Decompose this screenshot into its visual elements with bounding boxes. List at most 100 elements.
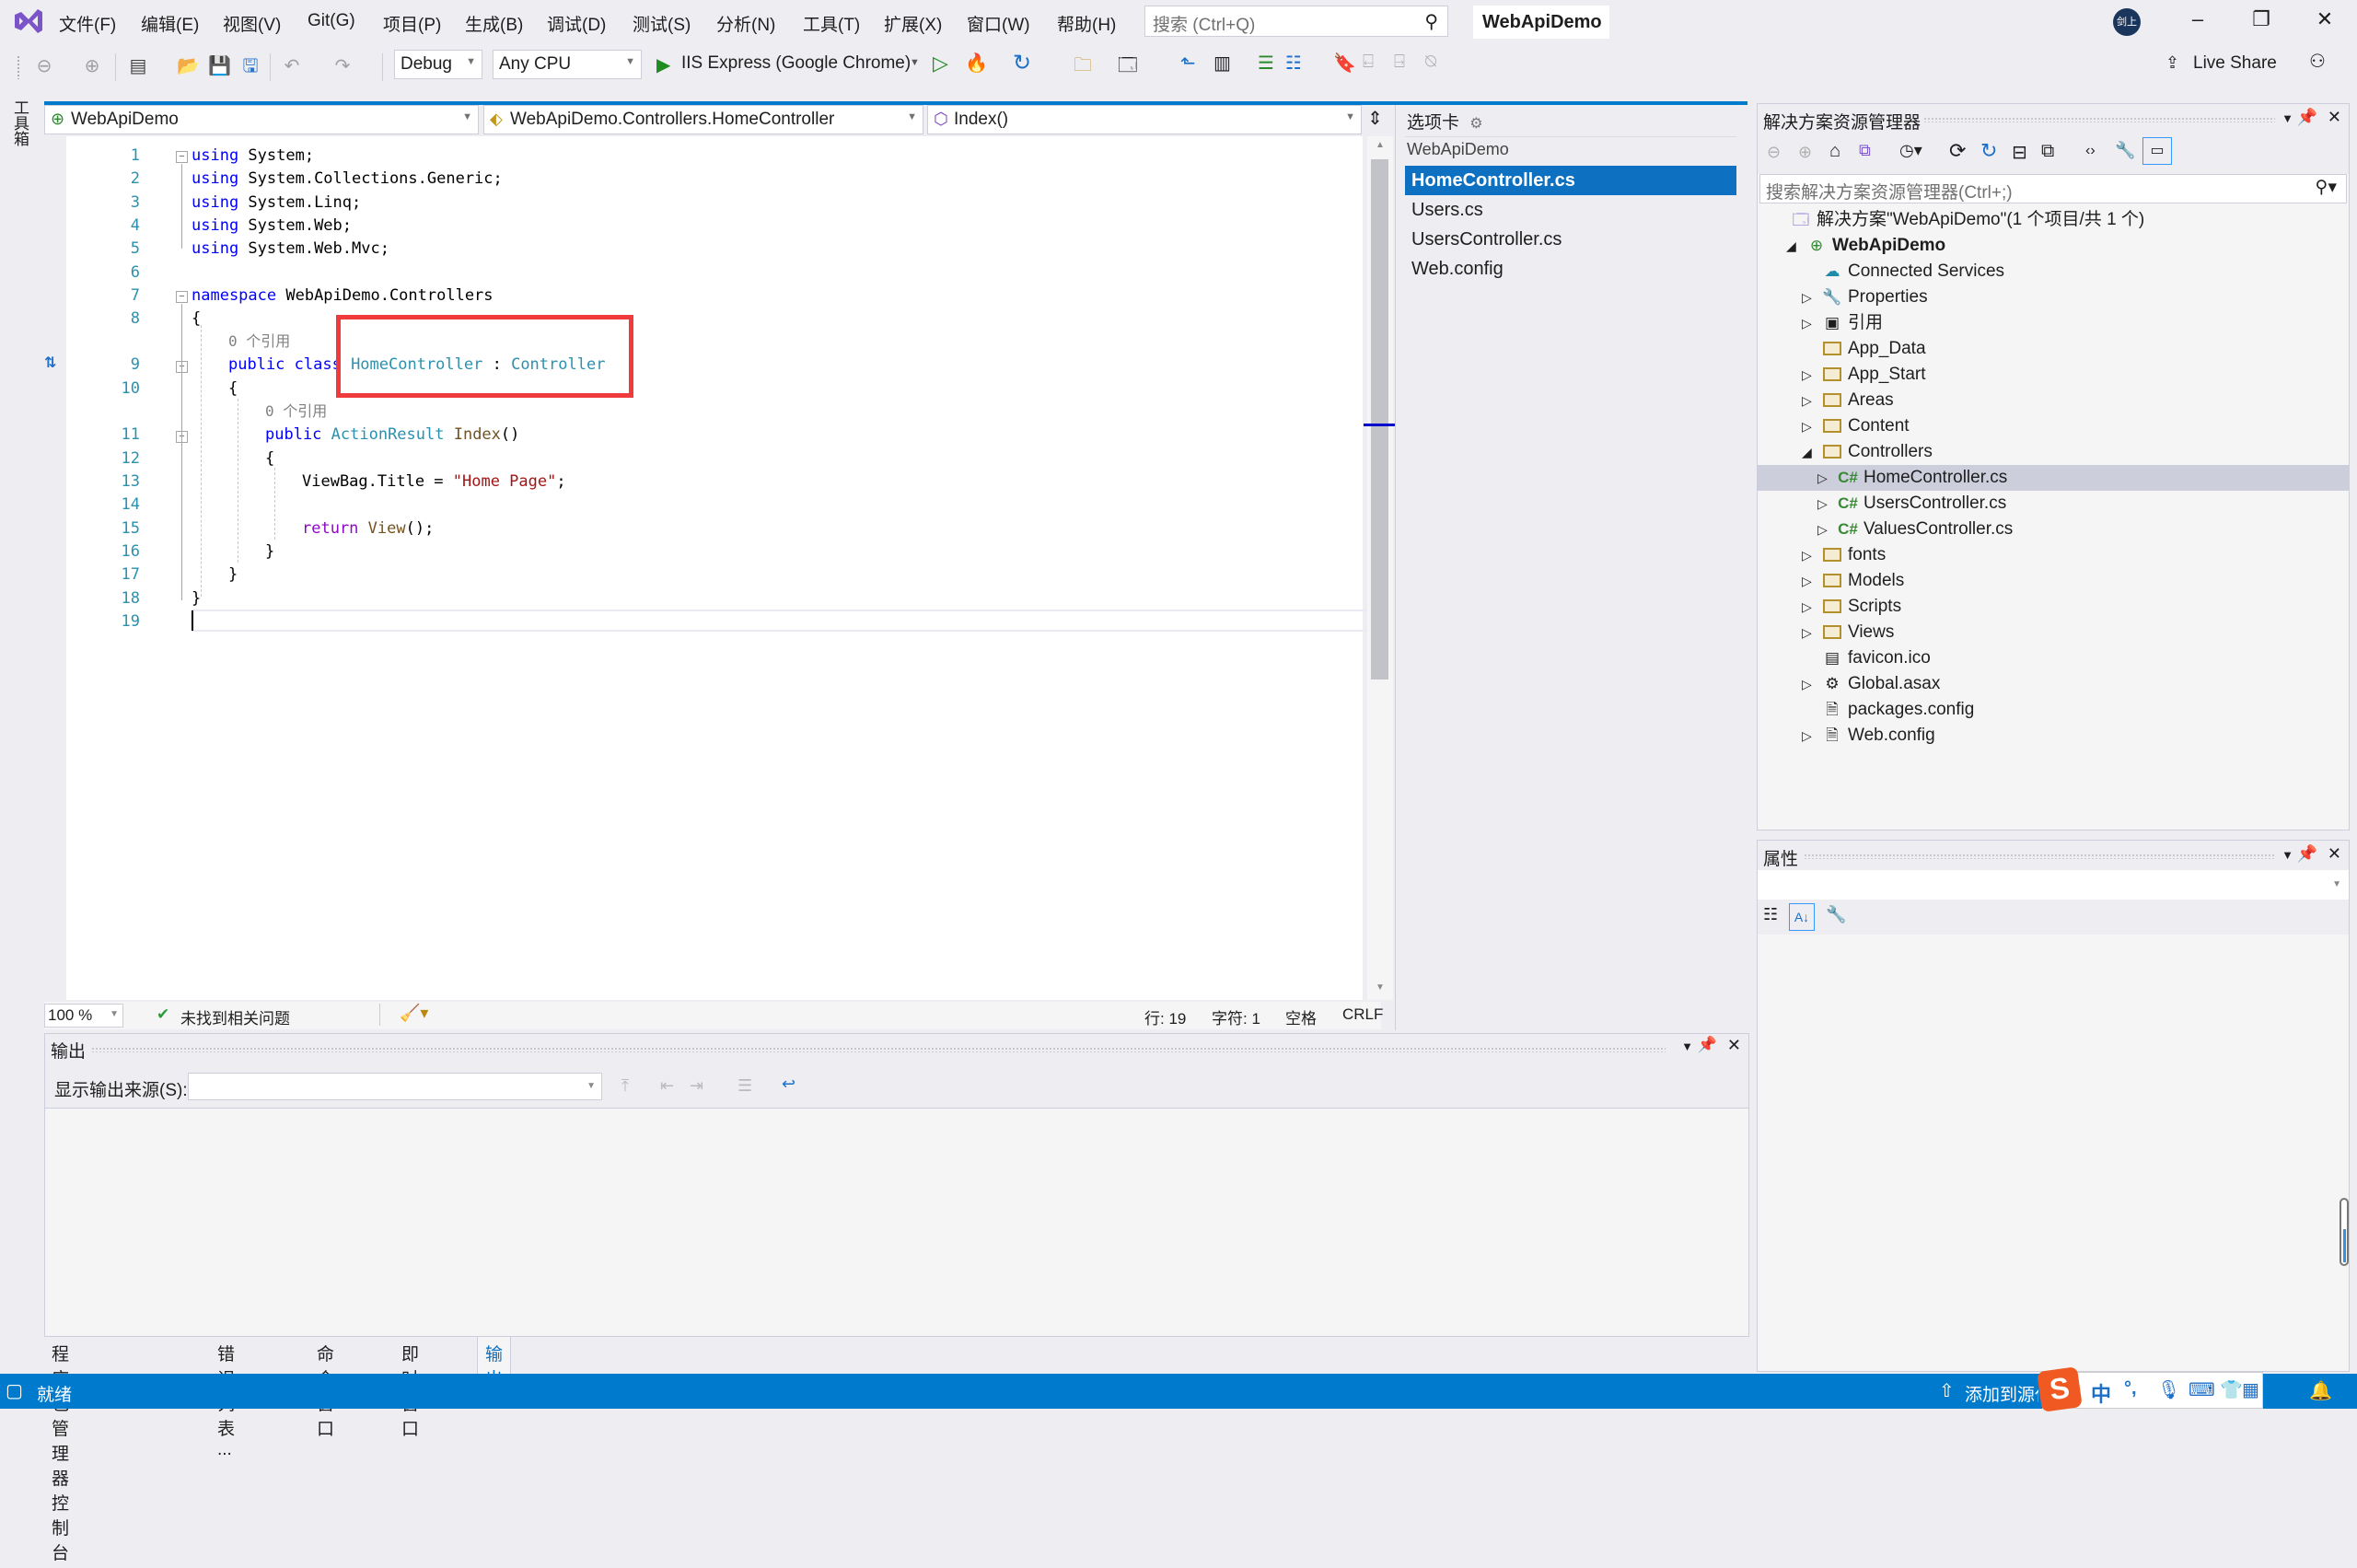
preview-selected-icon[interactable]: ▭: [2142, 137, 2172, 165]
tree-item[interactable]: ▷ C# ValuesController.cs: [1758, 517, 2349, 542]
expand-arrow-icon[interactable]: ▷: [1802, 723, 1815, 749]
ime-language-toggle[interactable]: 中: [2091, 1378, 2111, 1408]
toolbox-tab[interactable]: 工具箱: [11, 99, 31, 146]
categorized-icon[interactable]: ☷: [1763, 905, 1778, 924]
type-nav-dropdown[interactable]: ⬖ WebApiDemo.Controllers.HomeController …: [483, 105, 923, 134]
account-avatar[interactable]: 剑上: [2113, 8, 2141, 36]
implementation-glyph-icon[interactable]: ⇅: [44, 354, 56, 372]
tree-item[interactable]: ▷ C# HomeController.cs: [1758, 465, 2349, 491]
expand-arrow-icon[interactable]: ▷: [1802, 594, 1815, 620]
prev-message-icon[interactable]: ⇤: [660, 1076, 674, 1096]
tree-item[interactable]: ▤ favicon.ico: [1758, 645, 2349, 671]
scroll-up-icon[interactable]: ▲: [1376, 140, 1385, 150]
menu-item[interactable]: 分析(N): [716, 11, 775, 36]
tree-item[interactable]: ▷ Scripts: [1758, 594, 2349, 620]
menu-item[interactable]: 扩展(X): [884, 11, 942, 36]
expand-arrow-icon[interactable]: ▷: [1802, 568, 1815, 594]
refresh-browser-icon[interactable]: ↻: [1013, 50, 1031, 76]
ime-punctuation-toggle[interactable]: °,: [2124, 1378, 2137, 1400]
menu-item[interactable]: 文件(F): [59, 11, 116, 36]
start-without-debugging-icon[interactable]: ▷: [933, 52, 948, 75]
minimize-button[interactable]: –: [2179, 7, 2216, 31]
undo-icon[interactable]: ↶: [281, 55, 303, 77]
tree-item[interactable]: ▷ C# UsersController.cs: [1758, 491, 2349, 517]
open-tab-item[interactable]: HomeController.cs: [1405, 166, 1736, 195]
next-message-icon[interactable]: ⇥: [690, 1076, 703, 1096]
toolbox-grid-icon[interactable]: ▦: [2242, 1378, 2259, 1401]
comment-icon[interactable]: ☰: [1258, 52, 1274, 75]
scroll-down-icon[interactable]: ▼: [1376, 982, 1385, 993]
expand-arrow-icon[interactable]: ▷: [1802, 671, 1815, 697]
split-editor-icon[interactable]: ⇕: [1367, 107, 1383, 130]
output-source-dropdown[interactable]: ▼: [188, 1073, 602, 1100]
code-editor[interactable]: 1 2 3 4 5 6 7 8 9 10 11 12 13 14 15 16 17 18 19 − using Sy…: [44, 136, 1405, 1000]
back-icon[interactable]: ⊖: [1767, 143, 1781, 162]
global-search-input[interactable]: 搜索 (Ctrl+Q) ⚲: [1144, 6, 1448, 37]
pending-changes-filter-icon[interactable]: ◷▾: [1899, 141, 1922, 160]
hot-reload-icon[interactable]: 🔥: [965, 52, 988, 75]
eol-indicator[interactable]: CRLF: [1342, 1005, 1383, 1024]
microphone-icon[interactable]: 🎙: [2157, 1378, 2180, 1401]
step-icon[interactable]: ⬑: [1180, 52, 1196, 75]
menu-item[interactable]: 项目(P): [383, 11, 441, 36]
tree-item[interactable]: ◢ Controllers: [1758, 439, 2349, 465]
project-nav-dropdown[interactable]: ⊕ WebApiDemo ▼: [44, 105, 479, 134]
save-all-icon[interactable]: 🖫: [239, 55, 261, 77]
expand-arrow-icon[interactable]: ▷: [1817, 491, 1830, 517]
menu-item[interactable]: 编辑(E): [141, 11, 199, 36]
properties-scrollbar[interactable]: [2340, 1198, 2349, 1266]
close-panel-icon[interactable]: ✕: [1727, 1036, 1741, 1055]
menu-item[interactable]: 窗口(W): [967, 11, 1030, 36]
properties-object-dropdown[interactable]: ▼: [1758, 870, 2349, 900]
prev-bookmark-icon[interactable]: ⍇: [1363, 52, 1374, 73]
menu-item[interactable]: 测试(S): [633, 11, 691, 36]
issues-status[interactable]: 未找到相关问题: [180, 1005, 290, 1028]
tree-item[interactable]: ☁ Connected Services: [1758, 259, 2349, 285]
forward-icon[interactable]: ⊕: [1798, 143, 1812, 162]
expand-arrow-icon[interactable]: ▷: [1802, 362, 1815, 388]
expand-arrow-icon[interactable]: ▷: [1817, 517, 1830, 542]
open-tab-item[interactable]: UsersController.cs: [1405, 225, 1736, 254]
tree-item[interactable]: ▷ App_Start: [1758, 362, 2349, 388]
tree-item[interactable]: ▷ Models: [1758, 568, 2349, 594]
feedback-icon[interactable]: ⚇: [2309, 50, 2326, 73]
menu-item[interactable]: 调试(D): [547, 11, 606, 36]
expand-arrow-icon[interactable]: ▷: [1802, 413, 1815, 439]
reference-count-hint[interactable]: 0 个引用: [265, 400, 327, 423]
home-icon[interactable]: ⌂: [1829, 141, 1840, 162]
show-all-files-icon[interactable]: ⧉: [2041, 141, 2054, 162]
new-project-icon[interactable]: ▤: [127, 55, 149, 77]
redo-icon[interactable]: ↷: [331, 55, 354, 77]
close-button[interactable]: ✕: [2306, 7, 2343, 31]
keyboard-icon[interactable]: ⌨: [2189, 1378, 2215, 1401]
reference-count-hint[interactable]: 0 个引用: [228, 330, 290, 353]
tree-item[interactable]: ▷ ▣ 引用: [1758, 310, 2349, 336]
gear-icon[interactable]: ⚙: [1469, 116, 1482, 132]
close-panel-icon[interactable]: ✕: [2328, 108, 2341, 127]
code-cleanup-icon[interactable]: 🧹▾: [400, 1004, 428, 1023]
view-code-icon[interactable]: ‹›: [2085, 143, 2096, 159]
clear-bookmarks-icon[interactable]: ⍉: [1425, 52, 1436, 73]
visual-studio-logo-icon[interactable]: [13, 7, 44, 35]
menu-item[interactable]: 工具(T): [803, 11, 860, 36]
tree-item[interactable]: App_Data: [1758, 336, 2349, 362]
refresh-icon[interactable]: ↻: [1980, 139, 1997, 163]
tree-item[interactable]: ▷ 🗎 Web.config: [1758, 723, 2349, 749]
tree-item[interactable]: ▷ ⚙ Global.asax: [1758, 671, 2349, 697]
next-bookmark-icon[interactable]: ⍈: [1394, 52, 1405, 73]
alphabetical-sort-icon[interactable]: A↓: [1789, 903, 1815, 931]
tree-item[interactable]: ▷ Content: [1758, 413, 2349, 439]
collapse-arrow-icon[interactable]: ◢: [1802, 439, 1815, 465]
fold-toggle-icon[interactable]: −: [176, 291, 188, 303]
open-tab-item[interactable]: Web.config: [1405, 254, 1736, 284]
uncomment-icon[interactable]: ☷: [1285, 52, 1302, 75]
layout-icon[interactable]: ▥: [1213, 52, 1231, 75]
bottom-tab[interactable]: 程序包管理器控制台: [44, 1337, 76, 1568]
zoom-dropdown[interactable]: 100 % ▼: [44, 1004, 123, 1028]
skin-icon[interactable]: 👕: [2220, 1378, 2243, 1401]
navigate-back-icon[interactable]: ⊖: [33, 55, 55, 77]
open-file-icon[interactable]: 📂: [177, 55, 200, 77]
run-target-dropdown-icon[interactable]: ▼: [910, 57, 920, 68]
clear-all-icon[interactable]: ☰: [737, 1076, 752, 1096]
panel-menu-icon[interactable]: ▼: [1681, 1040, 1693, 1053]
